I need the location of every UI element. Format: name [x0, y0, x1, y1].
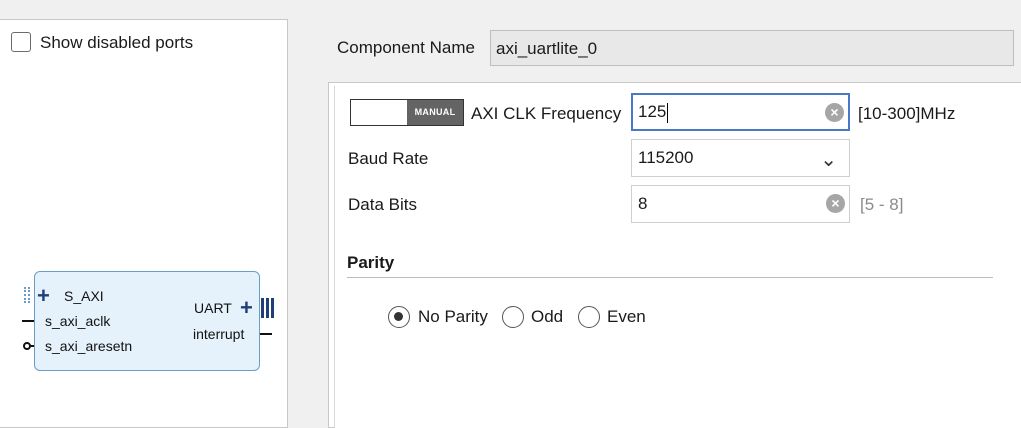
s-axi-aclk-label: s_axi_aclk [45, 313, 111, 329]
text-caret [667, 102, 669, 123]
s-axi-port-label: S_AXI [64, 288, 104, 304]
radio-no-parity-label: No Parity [418, 307, 488, 326]
axi-clk-frequency-value: 125 [638, 102, 667, 121]
clear-icon[interactable]: × [825, 103, 844, 122]
clear-icon[interactable]: × [826, 194, 845, 213]
bus-interface-handle-icon [24, 287, 30, 303]
uart-plus-icon[interactable]: + [240, 297, 253, 319]
s-axi-aresetn-label: s_axi_aresetn [45, 338, 133, 354]
component-name-label: Component Name [337, 38, 475, 57]
axi-clk-frequency-label: AXI CLK Frequency [471, 104, 622, 123]
baud-rate-label: Baud Rate [348, 149, 429, 168]
parameters-content [334, 86, 1021, 428]
axi-clk-range: [10-300]MHz [858, 104, 956, 123]
parity-section-title: Parity [347, 253, 395, 272]
radio-odd-label: Odd [531, 307, 564, 326]
s-axi-aclk-pin [22, 320, 34, 322]
radio-selected-dot [394, 312, 403, 321]
show-disabled-ports-checkbox[interactable] [11, 32, 31, 52]
uart-bus-bar-icon [266, 298, 269, 318]
data-bits-label: Data Bits [348, 195, 417, 214]
auto-manual-toggle[interactable]: MANUAL [350, 99, 464, 126]
radio-even[interactable] [578, 306, 600, 328]
radio-even-label: Even [607, 307, 646, 326]
uart-port-label: UART [194, 300, 232, 316]
section-divider [347, 277, 993, 278]
uart-bus-bar-icon [261, 298, 264, 318]
data-bits-input[interactable]: 8 × [631, 185, 850, 223]
toggle-knob: MANUAL [407, 100, 463, 125]
uart-bus-bar-icon [271, 298, 274, 318]
show-disabled-ports-label: Show disabled ports [40, 33, 194, 52]
data-bits-value: 8 [638, 194, 648, 213]
radio-odd[interactable] [502, 306, 524, 328]
baud-rate-select[interactable]: 115200 ⌄ [631, 139, 850, 177]
radio-no-parity[interactable] [388, 306, 410, 328]
interrupt-port-label: interrupt [193, 326, 245, 342]
s-axi-plus-icon[interactable]: + [37, 285, 50, 307]
axi-clk-frequency-input[interactable]: 125 × [631, 93, 850, 131]
component-name-field[interactable]: axi_uartlite_0 [490, 30, 1014, 66]
chevron-down-icon: ⌄ [820, 149, 837, 171]
baud-rate-value: 115200 [638, 148, 694, 167]
s-axi-aresetn-pin [30, 345, 34, 347]
data-bits-range: [5 - 8] [860, 195, 904, 214]
interrupt-pin [260, 333, 272, 335]
